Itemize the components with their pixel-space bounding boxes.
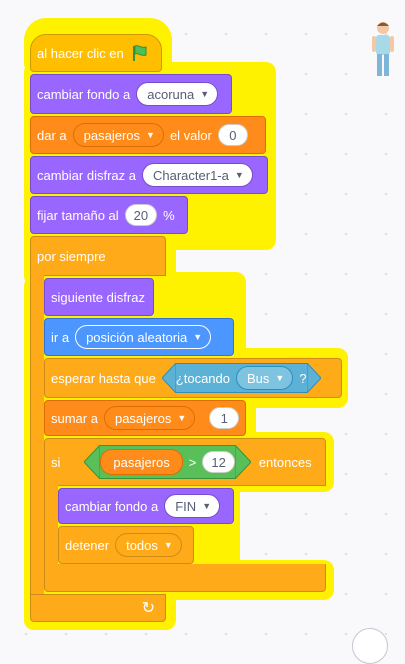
block-label: cambiar fondo a: [65, 498, 159, 514]
dropdown-value: FIN: [175, 498, 197, 514]
if-block-arm: [44, 484, 58, 566]
backdrop-dropdown[interactable]: acoruna ▼: [136, 82, 219, 106]
block-label: fijar tamaño al: [37, 207, 119, 223]
switch-backdrop-block[interactable]: cambiar fondo a acoruna ▼: [30, 74, 232, 114]
change-value-input[interactable]: 1: [209, 407, 240, 429]
size-unit: %: [163, 207, 175, 223]
dropdown-arrow-icon: ▼: [193, 332, 203, 342]
dropdown-arrow-icon: ▼: [275, 373, 285, 383]
switch-costume-block[interactable]: cambiar disfraz a Character1-a ▼: [30, 156, 268, 194]
variable-dropdown[interactable]: pasajeros ▼: [103, 406, 196, 430]
block-label: ¿tocando: [175, 370, 230, 386]
size-input[interactable]: 20: [124, 204, 158, 226]
set-variable-block[interactable]: dar a pasajeros ▼ el valor 0: [30, 116, 266, 154]
operator-symbol: >: [188, 454, 197, 470]
variable-dropdown[interactable]: pasajeros ▼: [72, 123, 164, 147]
costume-dropdown[interactable]: Character1-a ▼: [141, 163, 253, 187]
backdrop-dropdown[interactable]: FIN ▼: [164, 494, 221, 518]
if-then-block[interactable]: si pasajeros > 12 entonces: [44, 438, 326, 486]
hexagon-left-icon: [161, 363, 176, 393]
loop-arrow-icon: ↻: [141, 600, 155, 617]
block-label: sumar a: [51, 410, 98, 426]
wait-until-block[interactable]: esperar hasta que ¿tocando Bus ▼ ?: [44, 358, 342, 398]
block-label: al hacer clic en: [37, 45, 124, 61]
next-costume-block[interactable]: siguiente disfraz: [44, 278, 154, 316]
dropdown-value: acoruna: [147, 86, 195, 102]
touching-target-dropdown[interactable]: Bus ▼: [236, 366, 294, 390]
block-label: si: [51, 454, 61, 470]
dropdown-value: Character1-a: [152, 167, 229, 183]
block-label: cambiar fondo a: [37, 86, 131, 102]
reporter-value: pasajeros: [113, 454, 170, 470]
touching-sensing-block[interactable]: ¿tocando Bus ▼ ?: [161, 363, 321, 393]
when-flag-clicked-block[interactable]: al hacer clic en: [30, 34, 162, 72]
block-label: detener: [65, 537, 110, 553]
green-flag-icon: [132, 45, 147, 61]
block-label: el valor: [169, 127, 212, 143]
hexagon-left-icon: [84, 445, 101, 479]
dropdown-arrow-icon: ▼: [202, 501, 212, 511]
forever-block-footer: ↻: [30, 594, 166, 622]
block-label: siguiente disfraz: [51, 289, 145, 305]
set-size-block[interactable]: fijar tamaño al 20 %: [30, 196, 188, 234]
goto-target-dropdown[interactable]: posición aleatoria ▼: [75, 325, 212, 349]
dropdown-value: Bus: [247, 370, 270, 386]
compare-value-input[interactable]: 12: [202, 451, 235, 473]
if-block-footer: [44, 564, 326, 592]
zoom-button[interactable]: [352, 628, 388, 664]
stop-block[interactable]: detener todos ▼: [58, 526, 194, 564]
dropdown-value: pasajeros: [83, 127, 141, 143]
hexagon-right-icon: [234, 445, 251, 479]
variable-reporter[interactable]: pasajeros: [100, 449, 183, 475]
dropdown-value: todos: [126, 537, 158, 553]
forever-block-arm: [30, 274, 44, 596]
block-label: esperar hasta que: [51, 370, 156, 386]
block-label: ir a: [51, 329, 70, 345]
block-label: dar a: [37, 127, 67, 143]
character-sprite-icon: [372, 22, 394, 76]
dropdown-arrow-icon: ▼: [200, 89, 210, 99]
dropdown-value: posición aleatoria: [86, 329, 188, 345]
block-label: por siempre: [37, 248, 106, 264]
dropdown-arrow-icon: ▼: [163, 540, 173, 550]
set-value-input[interactable]: 0: [217, 124, 248, 146]
dropdown-arrow-icon: ▼: [146, 130, 155, 140]
hexagon-right-icon: [306, 363, 321, 393]
block-label: entonces: [258, 454, 312, 470]
block-label: cambiar disfraz a: [37, 167, 136, 183]
switch-backdrop-block[interactable]: cambiar fondo a FIN ▼: [58, 488, 234, 524]
dropdown-arrow-icon: ▼: [177, 413, 187, 423]
go-to-block[interactable]: ir a posición aleatoria ▼: [44, 318, 234, 356]
sprite-thumbnail[interactable]: [370, 20, 396, 80]
dropdown-value: pasajeros: [114, 410, 172, 426]
change-variable-block[interactable]: sumar a pasajeros ▼ 1: [44, 400, 246, 436]
stop-option-dropdown[interactable]: todos ▼: [115, 533, 182, 557]
dropdown-arrow-icon: ▼: [234, 170, 244, 180]
block-label: ?: [299, 370, 307, 386]
forever-block[interactable]: por siempre: [30, 236, 166, 276]
greater-than-operator[interactable]: pasajeros > 12: [84, 445, 251, 479]
